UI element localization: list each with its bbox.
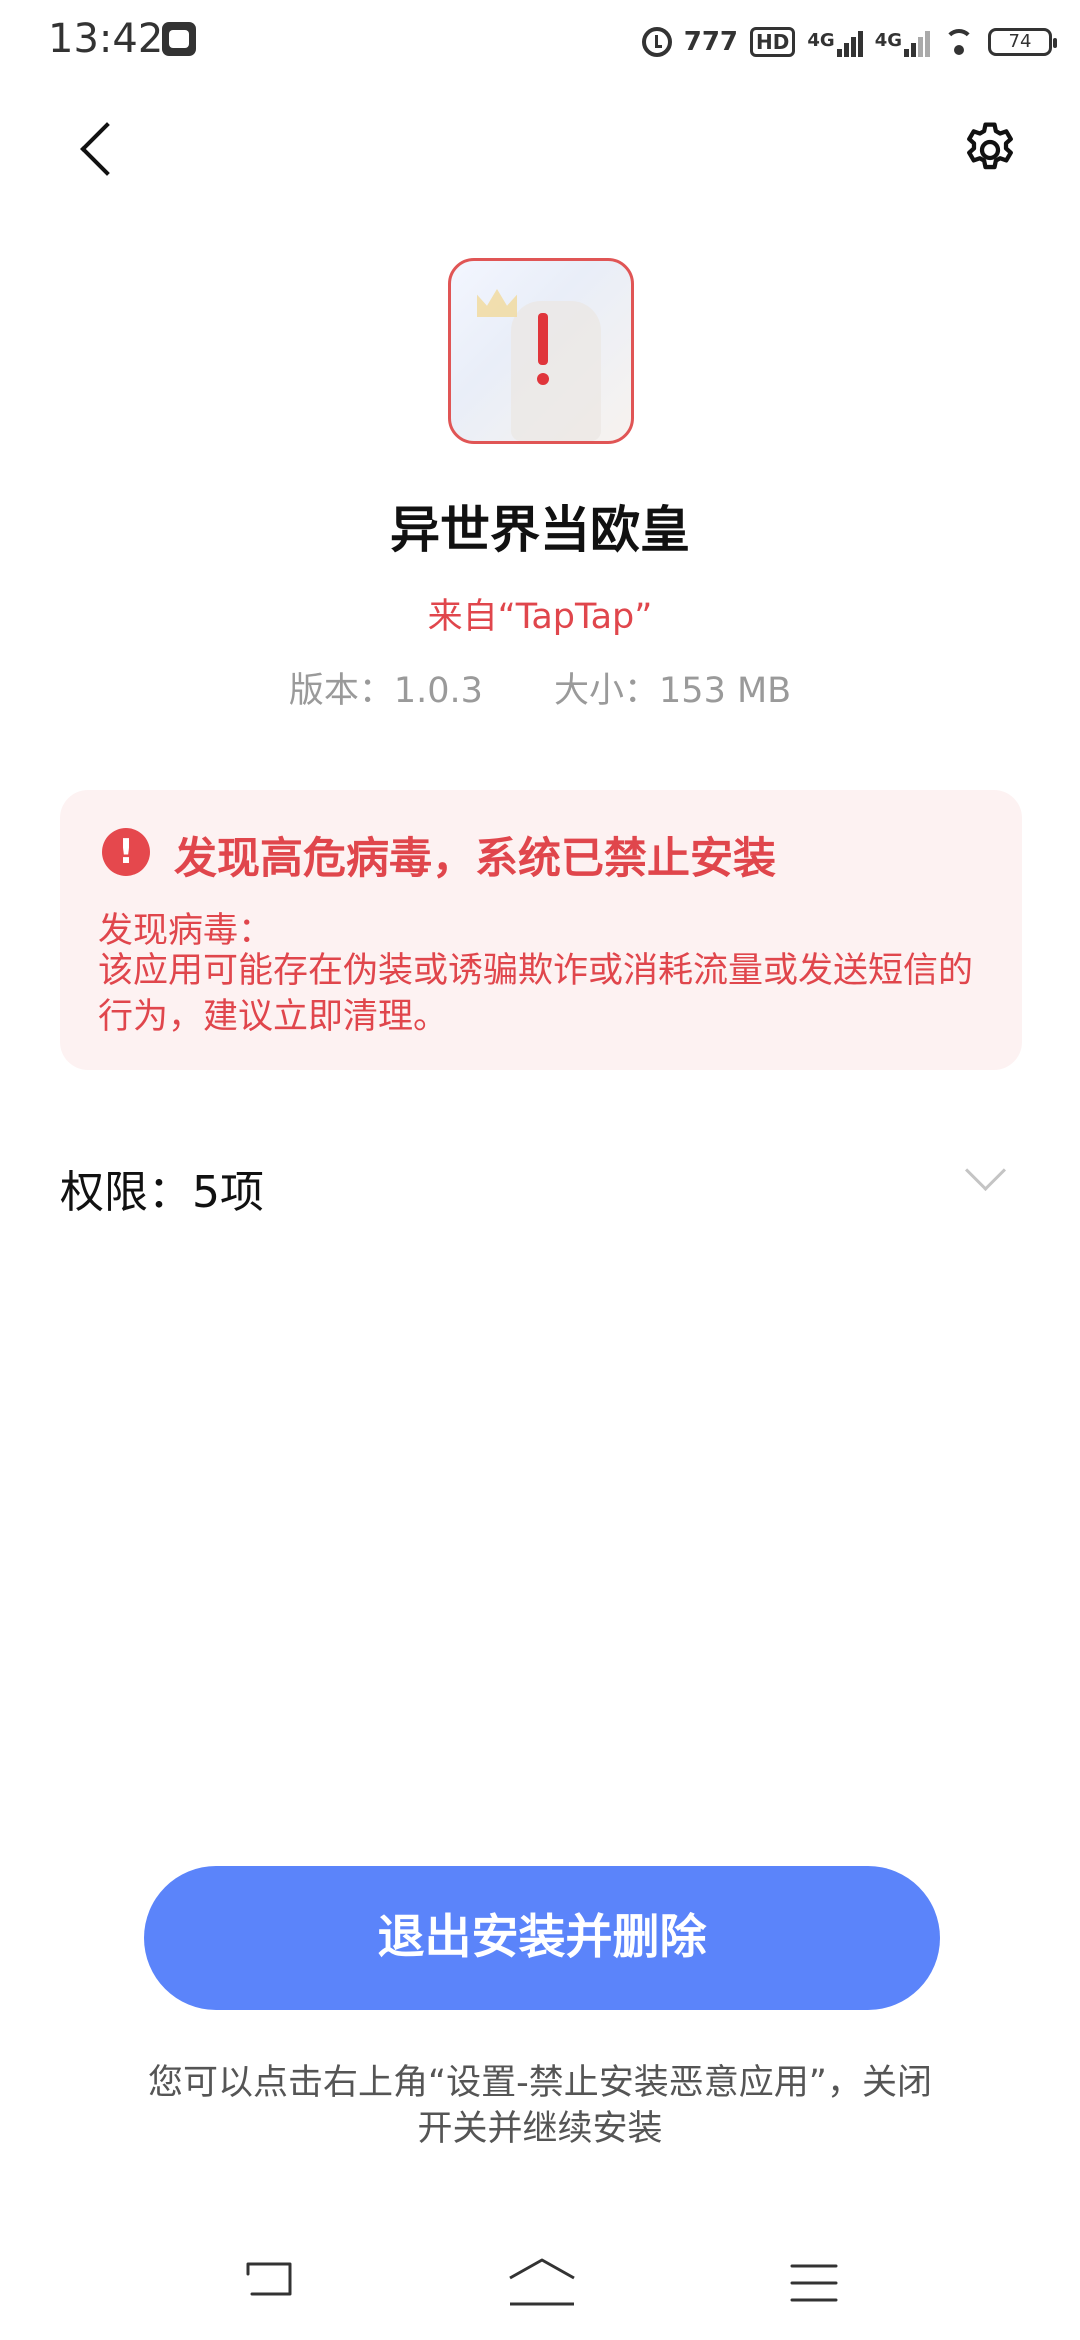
signal-icon-sim1: 4G	[807, 27, 863, 57]
battery-icon: 74	[988, 28, 1057, 56]
app-source: 来自“TapTap”	[427, 597, 653, 637]
chevron-down-icon	[964, 1149, 1007, 1192]
crown-icon	[477, 289, 517, 317]
network-type-label: 4G	[807, 30, 835, 51]
wifi-icon	[942, 29, 976, 55]
warning-description: 该应用可能存在伪装或诱骗欺诈或消耗流量或发送短信的行为，建议立即清理。	[98, 951, 974, 1037]
warning-subtitle: 发现病毒：	[98, 911, 274, 951]
nav-back-button[interactable]	[244, 2260, 296, 2300]
signal-icon-sim2: 4G	[875, 27, 930, 57]
warning-title: 发现高危病毒，系统已禁止安装	[174, 834, 776, 884]
nav-menu-button[interactable]	[788, 2262, 840, 2304]
menu-icon	[790, 2264, 838, 2302]
app-name: 异世界当欧皇	[390, 501, 690, 559]
status-bar: 13:42 777 HD 4G 4G 74	[0, 0, 1080, 84]
app-meta: 版本：1.0.3 大小：153 MB	[0, 662, 1080, 713]
nav-home-button[interactable]	[506, 2256, 578, 2308]
alert-icon: !	[102, 828, 150, 876]
permissions-row[interactable]: 权限：5项	[60, 1149, 1022, 1220]
home-icon	[509, 2258, 575, 2306]
system-nav-bar	[0, 2240, 1080, 2340]
app-icon-artwork	[511, 301, 601, 441]
settings-button[interactable]	[958, 118, 1022, 182]
gear-icon	[967, 122, 1013, 170]
virus-warning-card: ! 发现高危病毒，系统已禁止安装 发现病毒： 该应用可能存在伪装或诱骗欺诈或消耗…	[60, 790, 1022, 1070]
network-type-label-2: 4G	[874, 30, 902, 51]
app-version: 版本：1.0.3	[288, 671, 483, 711]
alarm-icon	[641, 27, 672, 57]
back-button[interactable]	[70, 118, 130, 178]
hd-voice-icon: HD	[750, 27, 796, 57]
app-icon	[448, 258, 634, 444]
status-icons: 777 HD 4G 4G 74	[641, 20, 1057, 64]
settings-hint-text: 您可以点击右上角“设置-禁止安装恶意应用”，关闭开关并继续安装	[148, 2063, 932, 2149]
permissions-label: 权限：5项	[60, 1167, 264, 1218]
status-time: 13:42	[48, 16, 164, 62]
exit-and-delete-button[interactable]: 退出安装并删除	[144, 1866, 940, 2010]
exclamation-icon	[538, 313, 548, 365]
carrier-icon: 777	[683, 27, 739, 57]
app-size: 大小：153 MB	[554, 671, 792, 711]
message-notification-icon	[162, 22, 196, 56]
return-icon	[246, 2262, 292, 2296]
